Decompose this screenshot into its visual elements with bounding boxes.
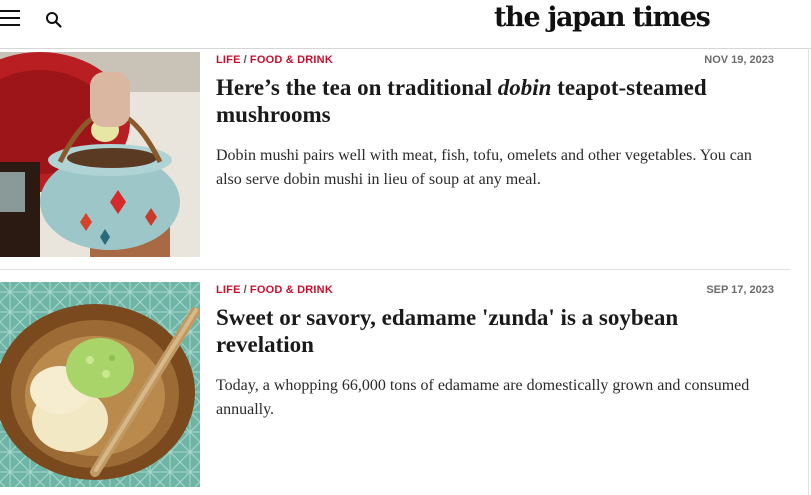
article-thumbnail[interactable] xyxy=(0,52,200,257)
article-title[interactable]: Here’s the tea on traditional dobin teap… xyxy=(216,74,776,128)
zunda-ice-cream-photo xyxy=(0,282,200,487)
section-link[interactable]: LIFE xyxy=(216,54,241,66)
site-header: the japan times xyxy=(0,0,811,49)
article-card: LIFE / FOOD & DRINK NOV 19, 2023 Here’s th… xyxy=(0,52,790,270)
kicker-separator: / xyxy=(243,284,247,296)
article-card: LIFE / FOOD & DRINK SEP 17, 2023 Sweet or … xyxy=(0,282,790,495)
article-summary: Today, a whopping 66,000 tons of edamame… xyxy=(216,377,750,418)
article-summary: Dobin mushi pairs well with meat, fish, … xyxy=(216,147,752,188)
search-icon[interactable] xyxy=(45,11,63,29)
article-date: NOV 19, 2023 xyxy=(704,54,774,66)
article-date: SEP 17, 2023 xyxy=(706,284,774,296)
dobin-teapot-photo xyxy=(0,52,200,257)
hamburger-menu-icon[interactable] xyxy=(0,10,20,28)
title-italic: dobin xyxy=(497,75,552,100)
subsection-link[interactable]: FOOD & DRINK xyxy=(250,284,333,296)
article-kicker: LIFE / FOOD & DRINK xyxy=(216,284,333,296)
section-link[interactable]: LIFE xyxy=(216,284,241,296)
article-kicker: LIFE / FOOD & DRINK xyxy=(216,54,333,66)
subsection-link[interactable]: FOOD & DRINK xyxy=(250,54,333,66)
title-text: Sweet or savory, edamame 'zunda' is a so… xyxy=(216,305,679,357)
site-logo[interactable]: the japan times xyxy=(494,2,711,33)
article-thumbnail[interactable] xyxy=(0,282,200,487)
article-title[interactable]: Sweet or savory, edamame 'zunda' is a so… xyxy=(216,304,776,358)
column-divider xyxy=(808,48,809,495)
title-text: Here’s the tea on traditional xyxy=(216,75,498,100)
kicker-separator: / xyxy=(243,54,247,66)
